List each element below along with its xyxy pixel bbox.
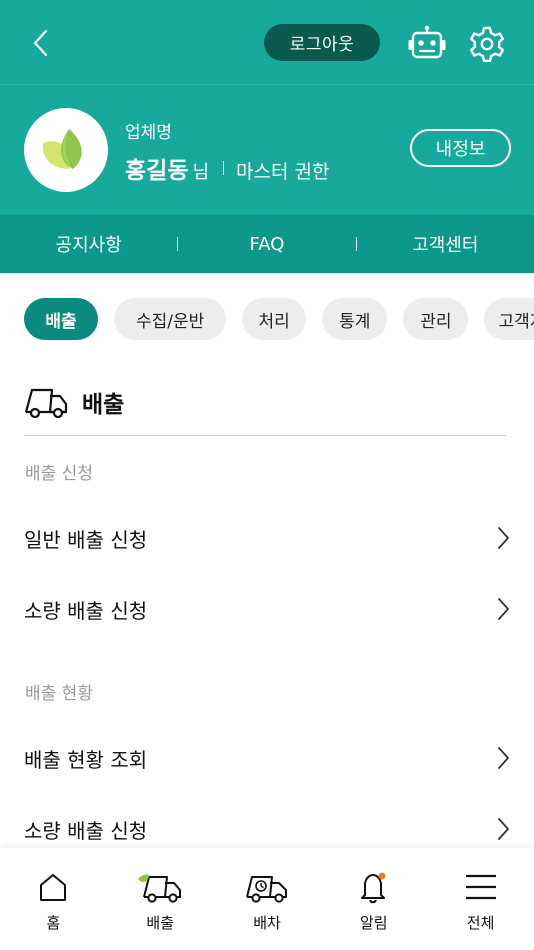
- section-header: 배출: [24, 380, 506, 436]
- home-icon: [40, 874, 67, 901]
- settings-button[interactable]: [467, 24, 507, 64]
- user-honorific: 님: [192, 162, 210, 183]
- menu-item-label: 소량 배출 신청: [24, 598, 148, 623]
- menu-item-label: 일반 배출 신청: [24, 527, 148, 552]
- chip-management[interactable]: 관리: [403, 298, 469, 340]
- my-info-button[interactable]: 내정보: [410, 129, 511, 167]
- menu-item-general-emission[interactable]: 일반 배출 신청: [24, 513, 510, 563]
- tab-label: 홈: [46, 914, 61, 932]
- back-button[interactable]: [24, 26, 58, 60]
- top-bar: 로그아웃: [0, 0, 534, 84]
- menu-icon: [465, 874, 496, 900]
- tab-emission[interactable]: 배출: [107, 848, 214, 950]
- profile-panel: 업체명 홍길동 님 마스터 권한 내정보: [0, 84, 534, 215]
- menu-item-small-emission[interactable]: 소량 배출 신청: [24, 584, 510, 634]
- user-role: 마스터 권한: [236, 161, 330, 183]
- bottom-nav: 홈 배출 배차 알림 전체: [0, 848, 534, 950]
- menu-item-label: 배출 현황 조회: [24, 747, 148, 772]
- logout-button[interactable]: 로그아웃: [264, 24, 380, 61]
- chip-support[interactable]: 고객지원: [484, 298, 534, 340]
- leaf-logo-icon: [42, 129, 82, 169]
- tab-label: 전체: [466, 914, 495, 932]
- subnav-notice[interactable]: 공지사항: [0, 231, 177, 257]
- tab-label: 알림: [359, 914, 388, 932]
- avatar: [24, 108, 108, 192]
- section-title: 배출: [82, 391, 125, 418]
- group-label: 배출 신청: [25, 464, 93, 484]
- group-label: 배출 현황: [25, 684, 93, 704]
- chip-statistics[interactable]: 통계: [322, 298, 388, 340]
- sub-nav: 공지사항 FAQ 고객센터: [0, 215, 534, 273]
- tab-label: 배출: [146, 914, 174, 932]
- chevron-right-icon: [498, 527, 509, 549]
- tab-all-menu[interactable]: 전체: [427, 848, 534, 950]
- chatbot-button[interactable]: [406, 24, 448, 62]
- user-name: 홍길동: [125, 158, 189, 184]
- truck-icon: [24, 388, 68, 418]
- bell-icon: [360, 872, 386, 904]
- chevron-right-icon: [498, 818, 509, 840]
- category-chips: 배출 수집/운반 처리 통계 관리 고객지원: [24, 298, 534, 340]
- tab-notifications[interactable]: 알림: [320, 848, 427, 950]
- chevron-left-icon: [33, 29, 48, 57]
- truck-leaf-icon: [138, 874, 182, 903]
- chip-emission[interactable]: 배출: [24, 298, 98, 340]
- tab-label: 배차: [253, 914, 281, 932]
- tab-home[interactable]: 홈: [0, 848, 107, 950]
- chevron-right-icon: [498, 598, 509, 620]
- robot-icon: [408, 25, 446, 59]
- menu-item-small-emission-2[interactable]: 소량 배출 신청: [24, 804, 510, 854]
- chevron-right-icon: [498, 747, 509, 769]
- gear-icon: [470, 26, 504, 62]
- subnav-customer-center[interactable]: 고객센터: [357, 231, 534, 257]
- chip-treatment[interactable]: 처리: [242, 298, 307, 340]
- truck-dispatch-icon: [246, 876, 287, 903]
- menu-item-emission-status[interactable]: 배출 현황 조회: [24, 733, 510, 783]
- company-name: 업체명: [125, 123, 172, 143]
- chip-collection[interactable]: 수집/운반: [114, 298, 227, 340]
- menu-item-label: 소량 배출 신청: [24, 818, 148, 843]
- user-line: 홍길동 님 마스터 권한: [125, 151, 330, 185]
- subnav-faq[interactable]: FAQ: [178, 234, 355, 255]
- tab-dispatch[interactable]: 배차: [214, 848, 321, 950]
- divider: [223, 161, 225, 175]
